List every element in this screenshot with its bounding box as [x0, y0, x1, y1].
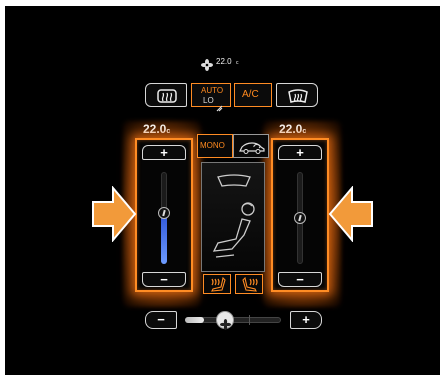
fan-minus-label: − — [157, 312, 165, 327]
right-temp-minus-button[interactable]: − — [278, 272, 322, 287]
rear-defrost-icon — [157, 88, 177, 103]
recirculation-button[interactable] — [233, 134, 269, 158]
left-arrow-icon — [91, 185, 137, 243]
fan-icon — [201, 56, 213, 71]
left-seat-heat-button[interactable] — [203, 274, 231, 294]
fan-icon — [220, 315, 232, 330]
left-temperature-unit: c — [166, 128, 171, 135]
right-temperature: 22.0c — [279, 122, 306, 136]
left-plus-label: + — [160, 145, 168, 160]
left-minus-label: − — [160, 272, 168, 287]
seat-airflow-icon[interactable] — [210, 199, 260, 263]
left-zone-panel: + − — [135, 138, 193, 292]
status-temperature: 22.0 — [216, 57, 232, 66]
left-slider-knob[interactable] — [158, 207, 170, 220]
fan-speed-slider[interactable] — [185, 311, 281, 330]
right-plus-label: + — [296, 145, 304, 160]
left-temp-slider[interactable] — [158, 168, 170, 268]
fan-plus-button[interactable]: + — [290, 311, 322, 329]
left-temperature: 22.0c — [143, 122, 170, 136]
left-temp-minus-button[interactable]: − — [142, 272, 186, 287]
status-unit: c — [236, 60, 239, 66]
right-arrow-icon — [328, 185, 374, 243]
left-knob-mark — [162, 210, 166, 217]
front-defrost-icon — [288, 88, 308, 103]
windshield-airflow-icon[interactable] — [216, 173, 252, 187]
rear-defrost-button[interactable] — [145, 83, 187, 107]
left-seat-heat-icon — [209, 276, 227, 292]
fan-slider-knob[interactable] — [216, 311, 235, 330]
center-mode-panel — [201, 162, 265, 272]
right-seat-heat-icon — [241, 276, 259, 292]
recirculation-car-icon — [238, 140, 266, 154]
ac-button[interactable]: A/C — [234, 83, 272, 107]
left-temperature-value: 22.0 — [143, 122, 167, 136]
right-temperature-unit: c — [302, 128, 307, 135]
auto-sub-label: LO — [203, 96, 214, 105]
center-controls: MONO — [197, 134, 269, 294]
left-slider-fill — [161, 213, 167, 264]
right-slider-knob[interactable] — [294, 212, 306, 224]
left-temp-plus-button[interactable]: + — [142, 145, 186, 160]
right-temp-plus-button[interactable]: + — [278, 145, 322, 160]
right-seat-heat-button[interactable] — [235, 274, 263, 294]
right-knob-mark — [298, 214, 302, 222]
mono-label: MONO — [200, 141, 225, 150]
right-temp-slider[interactable] — [294, 168, 306, 268]
status-bar: 22.0 c — [201, 56, 251, 71]
right-zone-panel: + − — [271, 138, 329, 292]
right-minus-label: − — [296, 272, 304, 287]
front-defrost-button[interactable] — [276, 83, 318, 107]
auto-button[interactable]: AUTO LO — [191, 83, 231, 112]
ac-label: A/C — [242, 89, 259, 100]
right-temperature-value: 22.0 — [279, 122, 303, 136]
fan-speed-small-icon — [216, 97, 223, 112]
fan-slider-fill — [185, 317, 205, 323]
mono-button[interactable]: MONO — [197, 134, 233, 158]
fan-slider-divider — [249, 315, 250, 325]
fan-plus-label: + — [302, 312, 310, 327]
climate-screen: 22.0 c AUTO LO A/C 22.0c 22.0c + − + − M… — [5, 6, 440, 375]
fan-minus-button[interactable]: − — [145, 311, 177, 329]
auto-label: AUTO — [201, 86, 224, 95]
